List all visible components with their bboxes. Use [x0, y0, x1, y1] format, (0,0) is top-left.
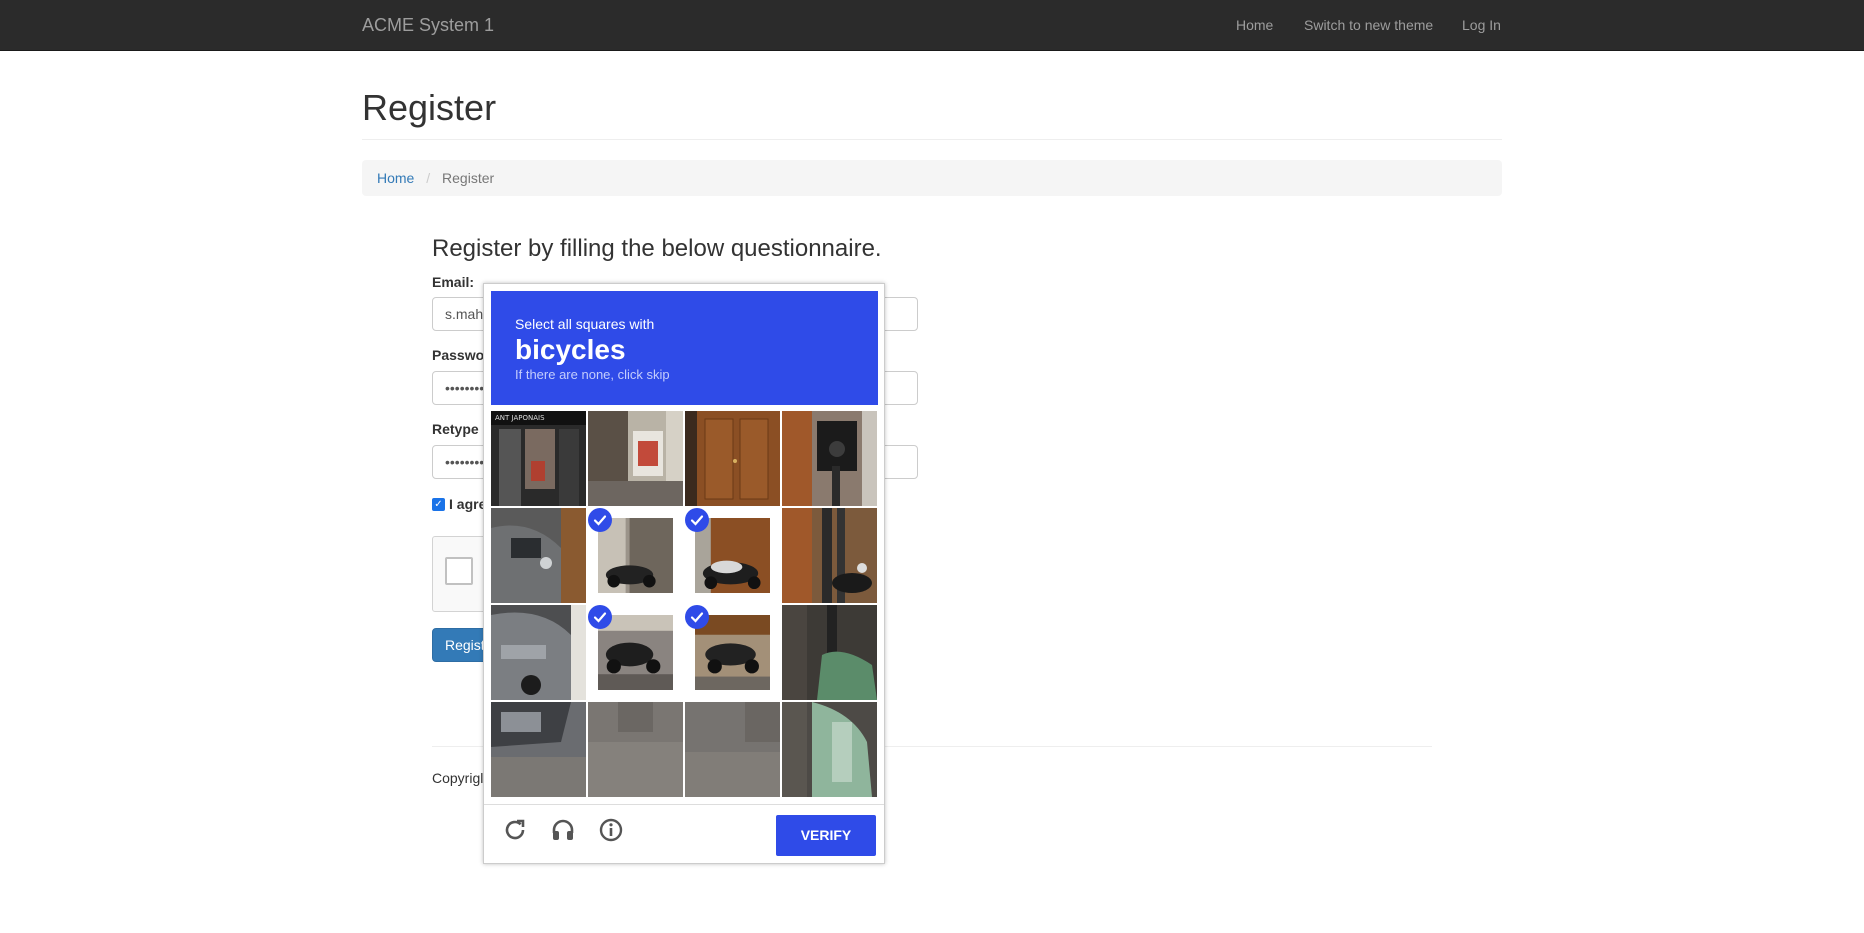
password-label: Passwo — [432, 347, 485, 363]
nav-login-link[interactable]: Log In — [1462, 16, 1501, 34]
page-title: Register — [362, 87, 497, 128]
breadcrumb-home-link[interactable]: Home — [377, 170, 414, 186]
tile-image — [491, 702, 586, 797]
captcha-tile-selected[interactable] — [588, 605, 683, 700]
tile-image — [782, 605, 877, 700]
tile-image — [685, 702, 780, 797]
tile-image — [491, 605, 586, 700]
info-icon[interactable] — [595, 814, 627, 846]
email-label: Email: — [432, 274, 475, 290]
footer-copyright: Copyrigl — [432, 770, 484, 786]
retype-password-label: Retype — [432, 421, 479, 437]
captcha-tile-selected[interactable] — [588, 508, 683, 603]
agree-checkbox[interactable]: ✓ — [432, 498, 445, 511]
captcha-tile[interactable] — [782, 411, 877, 506]
tile-image — [782, 411, 877, 506]
form-heading: Register by filling the below questionna… — [432, 235, 882, 262]
verify-button[interactable]: VERIFY — [776, 815, 876, 856]
breadcrumb-separator: / — [426, 170, 431, 186]
captcha-tile[interactable] — [782, 508, 877, 603]
tile-image — [685, 411, 780, 506]
breadcrumb: Home / Register — [362, 160, 1502, 196]
svg-text:ANT JAPONAIS: ANT JAPONAIS — [495, 414, 545, 422]
agree-label: I agre — [449, 496, 487, 512]
captcha-tile[interactable] — [491, 702, 586, 797]
captcha-tile-selected[interactable] — [685, 508, 780, 603]
captcha-instruction: Select all squares with — [515, 316, 655, 332]
captcha-hint: If there are none, click skip — [515, 367, 670, 382]
tile-image — [588, 411, 683, 506]
captcha-tile[interactable] — [685, 411, 780, 506]
captcha-tile-selected[interactable] — [685, 605, 780, 700]
captcha-tile[interactable]: ANT JAPONAIS — [491, 411, 586, 506]
captcha-tile[interactable] — [588, 702, 683, 797]
captcha-tile[interactable] — [782, 605, 877, 700]
title-divider — [362, 139, 1502, 140]
breadcrumb-current: Register — [442, 170, 495, 186]
tile-image — [588, 702, 683, 797]
check-icon — [588, 605, 612, 629]
check-icon — [685, 605, 709, 629]
tile-image — [782, 508, 877, 603]
audio-icon[interactable] — [547, 814, 579, 846]
navbar: ACME System 1 Home Switch to new theme L… — [0, 0, 1864, 51]
captcha-challenge-popup: Select all squares with bicycles If ther… — [483, 283, 885, 864]
captcha-tile[interactable] — [588, 411, 683, 506]
tile-image — [598, 518, 673, 593]
captcha-header: Select all squares with bicycles If ther… — [491, 291, 878, 405]
brand-link[interactable]: ACME System 1 — [362, 14, 494, 36]
captcha-tile[interactable] — [685, 702, 780, 797]
check-icon — [685, 508, 709, 532]
reload-icon[interactable] — [499, 814, 531, 846]
captcha-tile[interactable] — [782, 702, 877, 797]
nav-home-link[interactable]: Home — [1236, 16, 1273, 34]
check-icon — [588, 508, 612, 532]
captcha-tile[interactable] — [491, 508, 586, 603]
captcha-keyword: bicycles — [515, 334, 626, 365]
tile-image: ANT JAPONAIS — [491, 411, 586, 506]
tile-image — [695, 615, 770, 690]
nav-switch-theme-link[interactable]: Switch to new theme — [1304, 16, 1433, 34]
tile-image — [782, 702, 877, 797]
captcha-footer-divider — [484, 804, 884, 805]
recaptcha-checkbox[interactable] — [445, 557, 473, 585]
captcha-image-grid: ANT JAPONAIS — [491, 411, 879, 799]
tile-image — [598, 615, 673, 690]
captcha-tile[interactable] — [491, 605, 586, 700]
tile-image — [695, 518, 770, 593]
tile-image — [491, 508, 586, 603]
